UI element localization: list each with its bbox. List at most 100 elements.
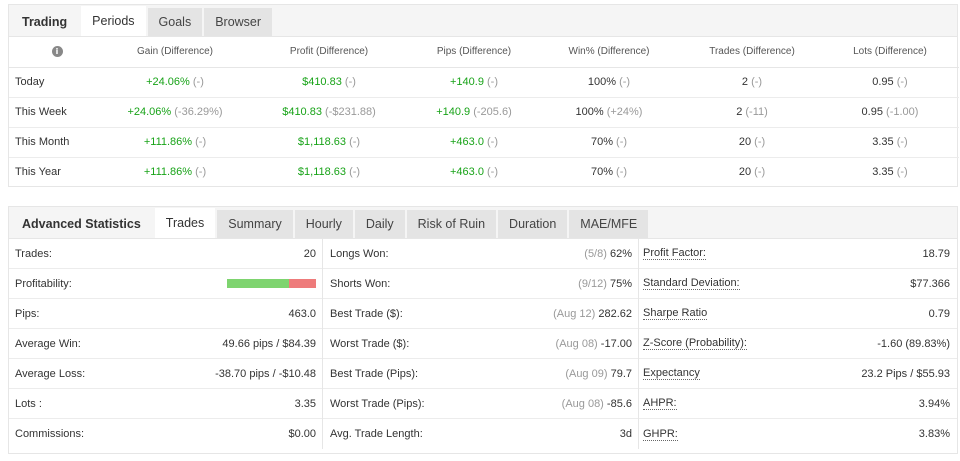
gain-value: +24.06% — [146, 76, 190, 88]
profit-difference: (-$231.88) — [325, 106, 376, 118]
tab-browser[interactable]: Browser — [204, 8, 273, 36]
stat-value: (Aug 08) -85.6 — [562, 398, 632, 410]
top-tab-bar: Trading Periods Goals Browser — [9, 5, 957, 37]
trades-difference: (-) — [751, 76, 763, 88]
stat-label: Avg. Trade Length: — [330, 428, 423, 440]
stat-value: 18.79 — [922, 248, 950, 260]
lots-difference: (-) — [896, 166, 908, 179]
tab-mae-mfe[interactable]: MAE/MFE — [569, 210, 649, 238]
win-value: 100% — [575, 106, 604, 118]
stat-row: Standard Deviation: $77.366 — [639, 269, 957, 299]
stat-value: (5/8) 62% — [584, 248, 632, 260]
gain-difference: (-) — [195, 166, 207, 179]
profit-value: $1,118.63 — [297, 166, 347, 179]
pips-difference: (-) — [487, 166, 498, 179]
stat-label[interactable]: Expectancy — [643, 367, 700, 380]
gain-value: +111.86% — [143, 136, 193, 148]
lots-value: 3.35 — [872, 136, 894, 148]
tab-trading[interactable]: Trading — [9, 8, 79, 36]
stat-label[interactable]: Profit Factor: — [643, 247, 706, 260]
tab-duration[interactable]: Duration — [498, 210, 568, 238]
stat-number: 62% — [609, 247, 632, 260]
pips-value: +463.0 — [449, 136, 484, 148]
trades-value: 2 — [736, 106, 743, 118]
stat-number: $0.00 — [288, 428, 316, 440]
period-label: This Week — [9, 97, 105, 128]
win-difference: (-) — [616, 136, 628, 148]
stat-value: 0.79 — [929, 308, 950, 320]
tab-trades[interactable]: Trades — [154, 208, 216, 238]
win-difference: (-) — [619, 76, 631, 88]
stat-value: -38.70 pips / -$10.48 — [215, 368, 316, 380]
win-value: 70% — [590, 136, 613, 148]
tab-summary[interactable]: Summary — [217, 210, 293, 238]
stat-value: 3.35 — [295, 398, 316, 410]
stat-row: Shorts Won: (9/12) 75% — [323, 269, 638, 299]
stat-label[interactable]: Standard Deviation: — [643, 277, 740, 290]
stat-label: Lots : — [15, 397, 42, 410]
gain-difference: (-36.29%) — [174, 106, 223, 118]
lots-cell: 0.95 (-) — [821, 67, 959, 98]
stat-detail: (5/8) — [584, 247, 607, 260]
tab-goals[interactable]: Goals — [147, 8, 203, 36]
profit-cell: $410.83 (-$231.88) — [245, 97, 413, 128]
stat-detail: (Aug 12) — [553, 307, 596, 320]
stat-value: 3.94% — [919, 398, 950, 410]
stat-row: Lots : 3.35 — [9, 389, 322, 419]
stat-number: 3.94% — [918, 397, 950, 410]
pips-value: +463.0 — [449, 166, 484, 179]
stat-value: 23.2 Pips / $55.93 — [861, 368, 950, 380]
lots-difference: (-1.00) — [886, 106, 919, 118]
gain-difference: (-) — [192, 76, 204, 88]
stat-number: 463.0 — [288, 307, 316, 320]
trades-value: 20 — [738, 166, 752, 179]
stat-label: Profitability: — [15, 277, 72, 290]
info-icon[interactable]: i — [51, 46, 63, 58]
stat-row: Avg. Trade Length: 3d — [323, 419, 638, 449]
profitability-loss-fill — [289, 279, 316, 288]
stat-value: 3d — [620, 428, 632, 440]
stat-number: -17.00 — [600, 337, 632, 350]
trades-difference: (-11) — [745, 106, 768, 118]
pips-value: +140.9 — [449, 76, 484, 88]
tab-periods[interactable]: Periods — [81, 6, 146, 36]
table-row: This Month +111.86% (-) $1,118.63 (-) +463.… — [9, 127, 959, 158]
stats-column-trades: Longs Won: (5/8) 62% Shorts Won: (9/12) 75%… — [323, 239, 639, 449]
stat-row: Profit Factor: 18.79 — [639, 239, 957, 269]
tab-daily[interactable]: Daily — [354, 210, 405, 238]
column-header: Trades (Difference) — [683, 37, 821, 68]
column-header: Lots (Difference) — [821, 37, 959, 68]
lots-cell: 0.95 (-1.00) — [821, 97, 959, 128]
profit-difference: (-) — [349, 166, 361, 179]
stat-value: 49.66 pips / $84.39 — [222, 338, 316, 350]
trades-cell: 2 (-) — [683, 67, 821, 98]
stat-number: $77.366 — [910, 277, 950, 290]
profit-difference: (-) — [349, 136, 361, 148]
stat-row: Expectancy 23.2 Pips / $55.93 — [639, 359, 957, 389]
stat-row: Commissions: $0.00 — [9, 419, 322, 449]
trades-value: 2 — [741, 76, 749, 88]
profitability-bar — [227, 279, 316, 288]
tab-risk-of-ruin[interactable]: Risk of Ruin — [406, 210, 497, 238]
win-cell: 70% (-) — [535, 127, 683, 158]
tab-advanced-statistics[interactable]: Advanced Statistics — [9, 210, 153, 238]
stat-label: Trades: — [15, 247, 52, 260]
pips-difference: (-) — [487, 76, 498, 88]
period-label: This Year — [15, 166, 61, 179]
stat-label[interactable]: Sharpe Ratio — [643, 307, 708, 320]
column-header: Win% (Difference) — [535, 37, 683, 68]
stat-number: 49.66 pips / $84.39 — [222, 337, 316, 350]
stat-label[interactable]: AHPR: — [643, 397, 677, 410]
table-row: This Year +111.86% (-) $1,118.63 (-) +463.0… — [9, 157, 959, 187]
tab-hourly[interactable]: Hourly — [294, 210, 353, 238]
stat-label[interactable]: GHPR: — [643, 428, 678, 441]
pips-difference: (-205.6) — [473, 106, 512, 118]
stat-detail: (9/12) — [578, 277, 607, 290]
periods-header-row: i Gain (Difference) Profit (Difference) … — [9, 37, 959, 68]
stat-row: Pips: 463.0 — [9, 299, 322, 329]
profitability-win-fill — [227, 279, 290, 288]
stat-number: 3d — [619, 428, 632, 440]
stat-label[interactable]: Z-Score (Probability): — [643, 337, 747, 350]
profit-value: $410.83 — [302, 76, 342, 88]
win-cell: 100% (+24%) — [535, 97, 683, 128]
